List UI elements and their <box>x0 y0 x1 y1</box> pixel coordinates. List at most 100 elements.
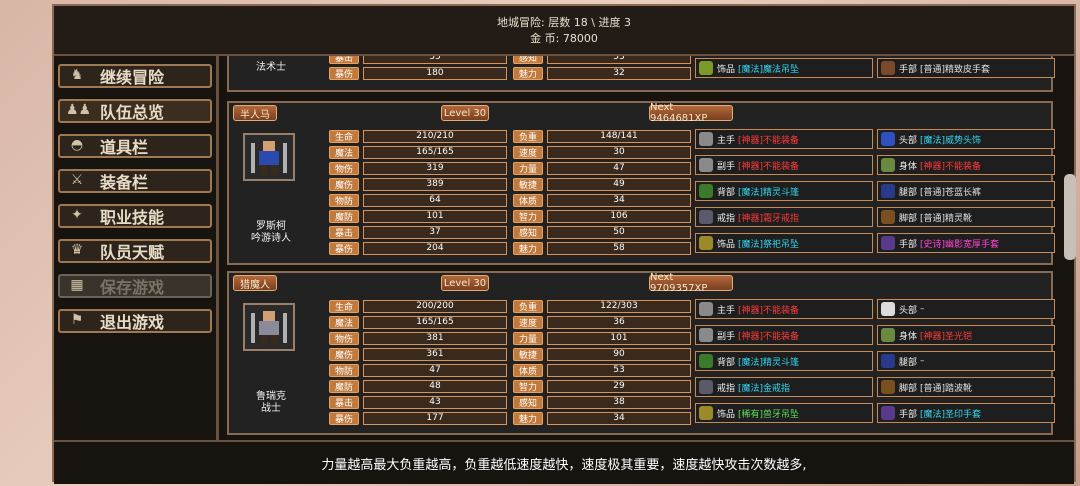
level-label: Level 30 <box>441 105 489 121</box>
stat-value: 389 <box>363 177 507 191</box>
equip-name: 威势头饰 <box>945 135 982 146</box>
pants-icon <box>881 184 895 198</box>
stat-value: 319 <box>363 161 507 175</box>
equip-slot-label: 脚部 <box>899 213 918 224</box>
equip-slot-accessory[interactable]: 饰品 [魔法] 魔法吊坠 <box>695 58 873 78</box>
party-list-scrollbar[interactable] <box>1064 174 1076 260</box>
gloves-icon <box>881 61 895 75</box>
stat-value: 122/303 <box>547 299 691 313</box>
member-talents-button[interactable]: ♛ 队员天赋 <box>58 239 212 263</box>
party-list[interactable]: 法术士 暴击 35 感知 53 暴伤 180 魅力 32 饰品 [魔法] 魔法吊坠 手部 [普通]… <box>219 56 1061 440</box>
exit-game-button[interactable]: ⚑ 退出游戏 <box>58 309 212 333</box>
stat-row: 物防 47 体质 53 <box>329 363 691 377</box>
stat-label: 智力 <box>513 379 543 393</box>
stat-label: 敏捷 <box>513 347 543 361</box>
save-icon: ▦ <box>70 277 84 293</box>
equip-slot[interactable]: 手部 [史诗] 幽影宽厚手套 <box>877 233 1055 253</box>
equip-tier: [神器] <box>738 135 764 146</box>
stat-label: 力量 <box>513 161 543 175</box>
sword-icon <box>699 328 713 342</box>
stat-row: 魔防 48 智力 29 <box>329 379 691 393</box>
hint-text: 力量越高最大负重越高，负重越低速度越快，速度极其重要，速度越快攻击次数越多, <box>321 457 807 473</box>
equip-name: 踏波靴 <box>945 383 973 394</box>
stat-label: 力量 <box>513 331 543 345</box>
stat-value: 200/200 <box>363 299 507 313</box>
sword-icon <box>699 302 713 316</box>
stat-label: 速度 <box>513 145 543 159</box>
stat-value: 38 <box>547 395 691 409</box>
equip-slot[interactable]: 戒指 [魔法] 金戒指 <box>695 377 873 397</box>
equip-name: – <box>920 356 925 366</box>
stat-label: 敏捷 <box>513 177 543 191</box>
equip-name: 不能装备 <box>763 331 800 342</box>
equip-slot-label: 饰品 <box>717 239 736 250</box>
character-class: 法术士 <box>256 62 286 73</box>
equip-slot-label: 脚部 <box>899 383 918 394</box>
stat-value: 53 <box>547 363 691 377</box>
stat-label: 暴伤 <box>329 241 359 255</box>
character-portrait[interactable] <box>243 303 295 351</box>
save-game-button[interactable]: ▦ 保存游戏 <box>58 274 212 298</box>
equipment-button[interactable]: ⚔ 装备栏 <box>58 169 212 193</box>
character-class: 吟游诗人 <box>251 233 291 244</box>
equip-slot[interactable]: 脚部 [普通] 精灵靴 <box>877 207 1055 227</box>
equip-name: 苍蓝长裤 <box>945 187 982 198</box>
equip-tier: [普通] <box>920 213 946 224</box>
equip-slot[interactable]: 副手 [神器] 不能装备 <box>695 325 873 345</box>
equip-name: 精灵靴 <box>945 213 973 224</box>
stat-label: 感知 <box>513 225 543 239</box>
equip-slot[interactable]: 戒指 [神器] 霜牙戒指 <box>695 207 873 227</box>
amulet-icon <box>699 61 713 75</box>
ring-icon <box>699 210 713 224</box>
stat-row: 魔法 165/165 速度 36 <box>329 315 691 329</box>
ring-icon <box>699 380 713 394</box>
equip-name: 兽牙吊坠 <box>763 409 800 420</box>
equip-slot[interactable]: 腿部 [普通] 苍蓝长裤 <box>877 181 1055 201</box>
skull-icon <box>881 302 895 316</box>
stat-value: 48 <box>363 379 507 393</box>
equip-tier: [神器] <box>738 305 764 316</box>
party-overview-button[interactable]: ♟♟ 队伍总览 <box>58 99 212 123</box>
gold-display: 金 币: 78000 <box>54 30 1074 46</box>
top-info-bar: 地城冒险: 层数 18 \ 进度 3 金 币: 78000 <box>54 6 1074 56</box>
equip-slot[interactable]: 脚部 [普通] 踏波靴 <box>877 377 1055 397</box>
stat-value: 34 <box>547 411 691 425</box>
equip-slot[interactable]: 手部 [魔法] 圣印手套 <box>877 403 1055 423</box>
equip-slot[interactable]: 主手 [神器] 不能装备 <box>695 129 873 149</box>
equip-slot[interactable]: 主手 [神器] 不能装备 <box>695 299 873 319</box>
stat-label: 负重 <box>513 129 543 143</box>
inventory-button[interactable]: ◓ 道具栏 <box>58 134 212 158</box>
equip-name: 不能装备 <box>763 161 800 172</box>
equip-slot-hands[interactable]: 手部 [普通] 精致皮手套 <box>877 58 1055 78</box>
equip-name: 精灵斗篷 <box>763 357 800 368</box>
stat-row: 生命 210/210 负重 148/141 <box>329 129 691 143</box>
equip-slot[interactable]: 副手 [神器] 不能装备 <box>695 155 873 175</box>
equip-slot[interactable]: 背部 [魔法] 精灵斗篷 <box>695 351 873 371</box>
armor-icon <box>881 158 895 172</box>
stat-value: 210/210 <box>363 129 507 143</box>
equip-slot[interactable]: 饰品 [稀有] 兽牙吊坠 <box>695 403 873 423</box>
stat-row: 暴击 35 感知 53 <box>329 56 691 64</box>
equip-tier: [稀有] <box>738 409 764 420</box>
stat-label: 暴伤 <box>329 411 359 425</box>
stat-label: 物防 <box>329 363 359 377</box>
class-skills-button[interactable]: ✦ 职业技能 <box>58 204 212 228</box>
equip-slot[interactable]: 腿部 – <box>877 351 1055 371</box>
equip-slot[interactable]: 身体 [神器] 圣光铠 <box>877 325 1055 345</box>
equip-tier: [神器] <box>920 161 946 172</box>
next-xp-label: Next 9464681XP <box>649 102 733 124</box>
stat-value: 64 <box>363 193 507 207</box>
equip-slot[interactable]: 饰品 [魔法] 祭祀吊坠 <box>695 233 873 253</box>
character-panel-partial: 法术士 暴击 35 感知 53 暴伤 180 魅力 32 饰品 [魔法] 魔法吊坠 手部 [普通]… <box>227 56 1055 92</box>
character-portrait[interactable] <box>243 133 295 181</box>
continue-adventure-button[interactable]: ♞ 继续冒险 <box>58 64 212 88</box>
stat-label: 物伤 <box>329 331 359 345</box>
stat-label: 速度 <box>513 315 543 329</box>
equip-slot[interactable]: 头部 – <box>877 299 1055 319</box>
equip-slot[interactable]: 头部 [魔法] 威势头饰 <box>877 129 1055 149</box>
equip-slot[interactable]: 身体 [神器] 不能装备 <box>877 155 1055 175</box>
equip-slot-label: 手部 <box>899 239 918 250</box>
stat-label: 生命 <box>329 129 359 143</box>
equip-tier: [魔法] <box>920 409 946 420</box>
equip-slot[interactable]: 背部 [魔法] 精灵斗篷 <box>695 181 873 201</box>
